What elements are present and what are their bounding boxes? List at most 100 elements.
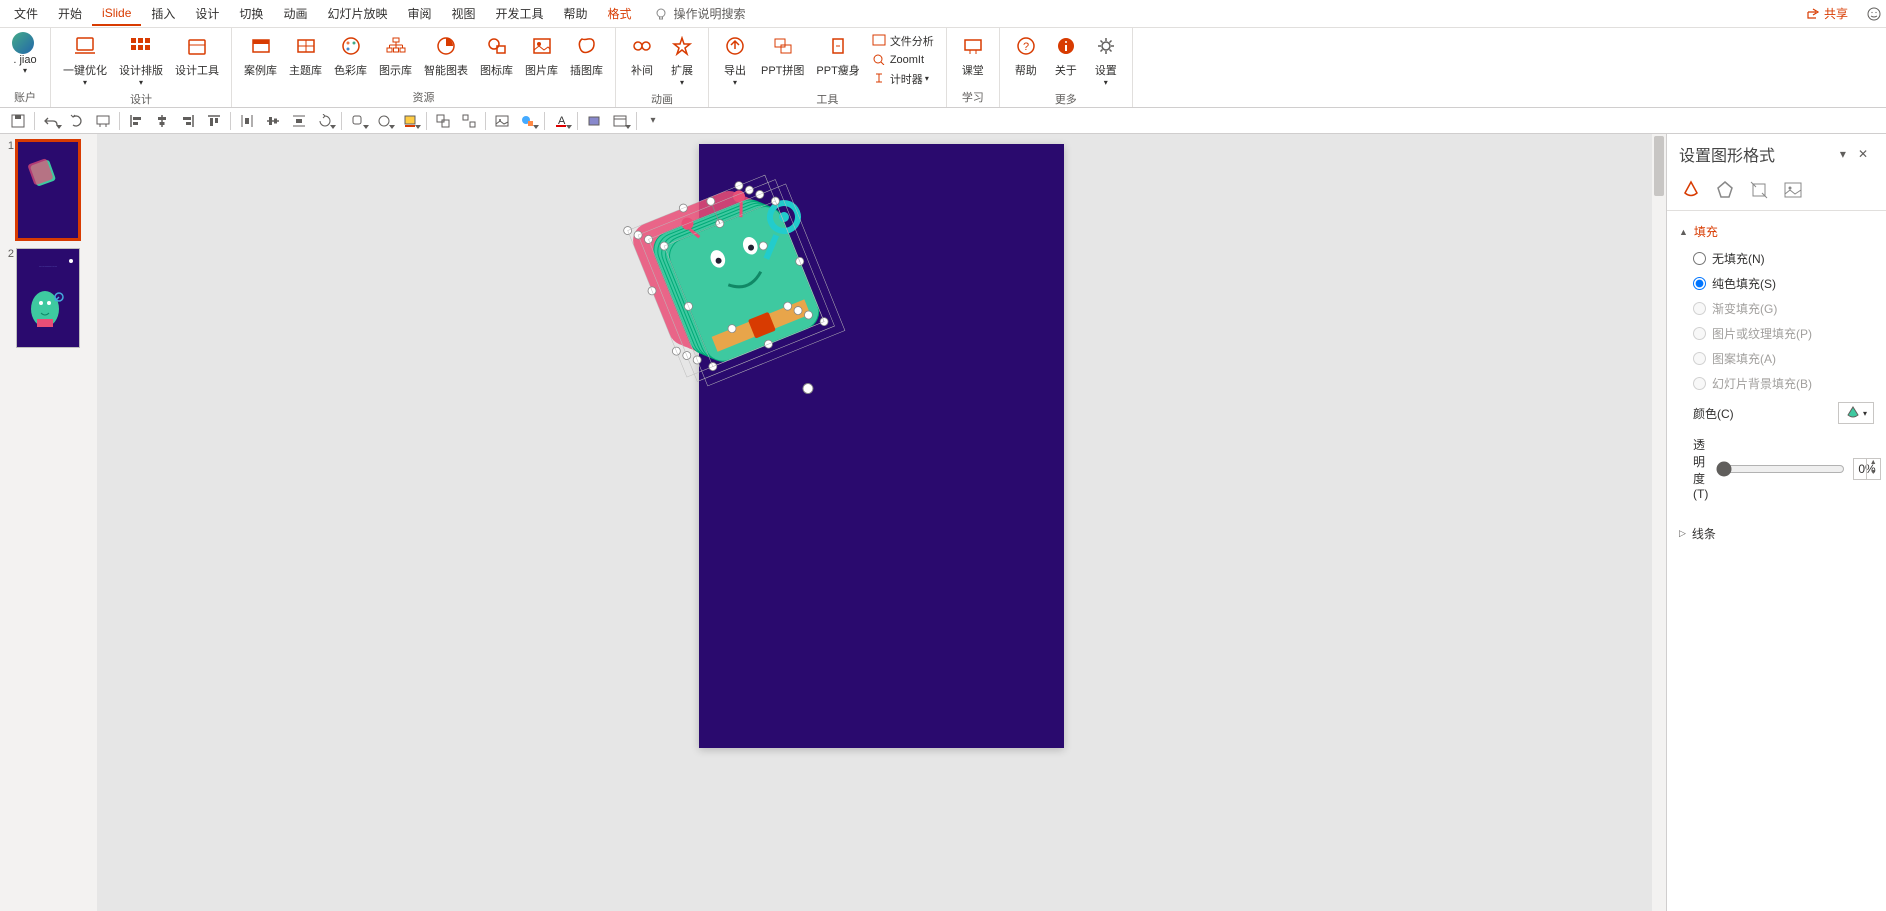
layout-button[interactable]: 设计排版 ▾ — [113, 30, 169, 89]
line-section-header[interactable]: ▷ 线条 — [1679, 519, 1874, 548]
size-tab[interactable] — [1747, 178, 1771, 202]
file-analysis-button[interactable]: 文件分析 — [866, 31, 940, 51]
design-tools-button[interactable]: 设计工具 — [169, 30, 225, 89]
pane-options-button[interactable]: ▾ — [1834, 145, 1852, 163]
shape2-button[interactable] — [372, 110, 396, 132]
ungroup-button[interactable] — [457, 110, 481, 132]
diagram-icon — [382, 32, 410, 60]
fill-section-header[interactable]: ▲ 填充 — [1679, 217, 1874, 246]
crop-button[interactable] — [582, 110, 606, 132]
fill-line-tab[interactable] — [1679, 178, 1703, 202]
menu-review[interactable]: 审阅 — [397, 1, 441, 26]
theme-lib-button[interactable]: 主题库 — [283, 30, 328, 87]
thumbnail-1[interactable]: 1 — [4, 140, 93, 240]
about-button[interactable]: 关于 — [1046, 30, 1086, 89]
align-center-h-button[interactable] — [150, 110, 174, 132]
menu-file[interactable]: 文件 — [4, 1, 48, 26]
svg-text:?: ? — [1023, 41, 1029, 53]
timer-button[interactable]: 计时器 ▾ — [866, 69, 940, 89]
picture-tab[interactable] — [1781, 178, 1805, 202]
pane-close-button[interactable]: ✕ — [1852, 145, 1874, 163]
menu-islide[interactable]: iSlide — [92, 2, 141, 26]
pattern-fill-radio[interactable]: 图案填充(A) — [1679, 346, 1874, 371]
pic-lib-button[interactable]: 图片库 — [519, 30, 564, 87]
share-button[interactable]: 共享 — [1796, 1, 1858, 26]
search-text: 操作说明搜索 — [674, 5, 746, 22]
shape-button[interactable] — [346, 110, 370, 132]
slim-icon — [824, 32, 852, 60]
align-right-button[interactable] — [176, 110, 200, 132]
redo-button[interactable] — [65, 110, 89, 132]
zoomit-button[interactable]: ZoomIt — [866, 51, 940, 69]
menu-format[interactable]: 格式 — [598, 1, 642, 26]
transparency-slider[interactable] — [1716, 461, 1845, 477]
menu-help[interactable]: 帮助 — [554, 1, 598, 26]
align-middle-button[interactable] — [261, 110, 285, 132]
illus-lib-button[interactable]: 插图库 — [564, 30, 609, 87]
canvas-area[interactable] — [97, 134, 1666, 911]
tween-button[interactable]: 补间 — [622, 30, 662, 89]
spinner-down[interactable]: ▼ — [1867, 469, 1880, 479]
slide-canvas[interactable] — [699, 144, 1064, 748]
customize-button[interactable]: ▾ — [641, 110, 665, 132]
export-button[interactable]: 导出▾ — [715, 30, 755, 89]
effects-tab[interactable] — [1713, 178, 1737, 202]
no-fill-radio[interactable]: 无填充(N) — [1679, 246, 1874, 271]
shape-fill-button[interactable] — [516, 110, 540, 132]
settings-button[interactable]: 设置▾ — [1086, 30, 1126, 89]
menu-view[interactable]: 视图 — [441, 1, 485, 26]
slide-bg-fill-radio[interactable]: 幻灯片背景填充(B) — [1679, 371, 1874, 396]
solid-fill-radio[interactable]: 纯色填充(S) — [1679, 271, 1874, 296]
extend-button[interactable]: 扩展▾ — [662, 30, 702, 89]
share-icon — [1806, 7, 1820, 21]
group-button[interactable] — [431, 110, 455, 132]
ppt-slim-button[interactable]: PPT瘦身 — [810, 30, 865, 89]
main-area: 1 2 ................ — [0, 134, 1886, 911]
menu-home[interactable]: 开始 — [48, 1, 92, 26]
fill-color-button[interactable] — [398, 110, 422, 132]
feedback-icon[interactable] — [1866, 6, 1882, 22]
thumb-slide-2[interactable]: ................ — [16, 248, 80, 348]
menu-dev[interactable]: 开发工具 — [486, 1, 554, 26]
ppt-join-button[interactable]: PPT拼图 — [755, 30, 810, 89]
menu-animations[interactable]: 动画 — [273, 1, 317, 26]
align-left-button[interactable] — [124, 110, 148, 132]
case-lib-button[interactable]: 案例库 — [238, 30, 283, 87]
fill-color-button[interactable]: ▾ — [1838, 402, 1874, 424]
layout-button2[interactable] — [608, 110, 632, 132]
menu-slideshow[interactable]: 幻灯片放映 — [317, 1, 397, 26]
picture-button[interactable] — [490, 110, 514, 132]
selected-artwork[interactable] — [608, 134, 909, 456]
smart-chart-button[interactable]: 智能图表 — [418, 30, 474, 87]
scrollbar-thumb[interactable] — [1654, 136, 1664, 196]
caret-right-icon: ▷ — [1679, 528, 1686, 539]
tell-me-search[interactable]: 操作说明搜索 — [654, 5, 746, 22]
align-top-button[interactable] — [202, 110, 226, 132]
save-button[interactable] — [6, 110, 30, 132]
thumbnail-2[interactable]: 2 ................ — [4, 248, 93, 348]
account-button[interactable]: . jiao ▾ — [6, 30, 44, 87]
rotate-button[interactable] — [313, 110, 337, 132]
help-button[interactable]: ?帮助 — [1006, 30, 1046, 89]
distribute-h-button[interactable] — [235, 110, 259, 132]
undo-button[interactable] — [39, 110, 63, 132]
color-lib-button[interactable]: 色彩库 — [328, 30, 373, 87]
menu-design[interactable]: 设计 — [185, 1, 229, 26]
vertical-scrollbar[interactable] — [1652, 134, 1666, 911]
menu-transitions[interactable]: 切换 — [229, 1, 273, 26]
diagram-lib-button[interactable]: 图示库 — [373, 30, 418, 87]
spinner-up[interactable]: ▲ — [1867, 459, 1880, 469]
gradient-fill-radio[interactable]: 渐变填充(G) — [1679, 296, 1874, 321]
icon-lib-button[interactable]: 图标库 — [474, 30, 519, 87]
transparency-spinner[interactable]: 0% ▲▼ — [1853, 458, 1880, 480]
menu-insert[interactable]: 插入 — [141, 1, 185, 26]
line-section: ▷ 线条 — [1667, 513, 1886, 554]
class-button[interactable]: 课堂 — [953, 30, 993, 87]
slideshow-button[interactable] — [91, 110, 115, 132]
picture-fill-radio[interactable]: 图片或纹理填充(P) — [1679, 321, 1874, 346]
optimize-button[interactable]: 一键优化 ▾ — [57, 30, 113, 89]
thumb-slide-1[interactable] — [16, 140, 80, 240]
font-color-button[interactable]: A — [549, 110, 573, 132]
svg-text:................: ................ — [39, 263, 57, 268]
distribute-v-button[interactable] — [287, 110, 311, 132]
